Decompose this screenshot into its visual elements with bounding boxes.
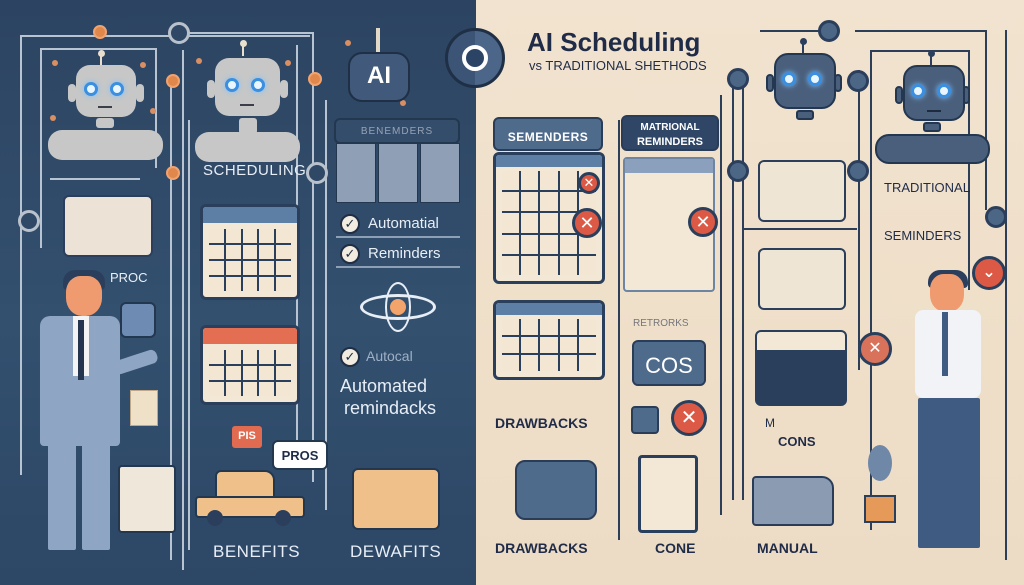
node-ring [985, 206, 1007, 228]
feature-row-automatial: ✓ Automatial [336, 210, 460, 238]
calendar-dark-icon [755, 330, 847, 406]
calendar-folder-icon [63, 195, 153, 257]
node-dot [308, 72, 322, 86]
label-automated: Automated [340, 376, 428, 396]
car-icon [195, 470, 305, 528]
label-remindacks: remindacks [344, 398, 437, 418]
label-manual: MANUAL [757, 540, 818, 556]
checklist-clipboard-icon [638, 455, 698, 533]
ai-badge: AI [348, 52, 410, 102]
calendar-red-icon [200, 325, 300, 405]
clipboard-icon [118, 465, 176, 533]
semenders-header: SEMENDERS [493, 117, 603, 151]
speaker-box-icon [515, 460, 597, 520]
node-dot [166, 166, 180, 180]
van-icon [752, 476, 834, 526]
ai-badge-label: AI [367, 62, 391, 89]
pis-tag: PIS [232, 426, 262, 448]
calendar-grid-icon [493, 300, 605, 380]
feature-row-reminders: ✓ Reminders [336, 240, 460, 268]
cos-badge: COS [632, 340, 706, 386]
feature-row-autocal: ✓ Autocal [336, 344, 460, 370]
x-icon: ✕ [572, 208, 602, 238]
label-traditional: TRADITIONAL [884, 180, 970, 195]
atom-icon [360, 282, 436, 332]
node-ring [847, 70, 869, 92]
check-icon: ✓ [340, 244, 360, 264]
schedule-table-icon [336, 143, 460, 203]
x-icon: ✕ [858, 332, 892, 366]
benemders-header: BENEMDERS [334, 118, 460, 144]
robot-icon [875, 50, 990, 165]
node-dot [166, 74, 180, 88]
x-icon: ✕ [578, 172, 600, 194]
page-title: AI Scheduling [527, 27, 701, 57]
calendar-folder-icon [758, 248, 846, 310]
label-dewafits: DEWAFITS [350, 542, 442, 561]
matrional-reminders-header: MATRIONAL REMINDERS [621, 115, 719, 151]
app-icon [120, 302, 156, 338]
node-ring [168, 22, 190, 44]
label-m: M [765, 416, 775, 430]
node-ring [18, 210, 40, 232]
node-ring [847, 160, 869, 182]
label-drawbacks-2: DRAWBACKS [495, 540, 588, 556]
center-emblem-icon [445, 28, 505, 88]
calendar-folder-icon [758, 160, 846, 222]
label-proc: PROC [110, 270, 148, 285]
node-dot [93, 25, 107, 39]
node-ring [727, 160, 749, 182]
calendar-grid-icon [200, 204, 300, 300]
label-cone: CONE [655, 540, 696, 556]
label-seminders: SEMINDERS [884, 228, 962, 243]
label-drawbacks-1: DRAWBACKS [495, 415, 588, 431]
document-icon [130, 390, 158, 426]
pros-speech-bubble: PROS [272, 440, 328, 470]
small-app-icon [631, 406, 659, 434]
robot-icon [760, 38, 850, 128]
plant-icon [850, 445, 910, 525]
label-scheduling: SCHEDULING [203, 162, 307, 179]
check-icon: ✓ [340, 347, 360, 367]
check-icon: ✓ [340, 214, 360, 234]
x-icon: ✕ [671, 400, 707, 436]
node-ring [727, 68, 749, 90]
briefcase-icon [352, 468, 440, 530]
label-cons: CONS [778, 434, 816, 449]
x-icon: ✕ [688, 207, 718, 237]
robot-icon [195, 40, 300, 162]
label-benefits: BENEFITS [213, 542, 301, 561]
node-ring [306, 162, 328, 184]
page-subtitle: vs TRADITIONAL SHETHODS [529, 58, 707, 73]
label-remarks: RETRORKS [633, 318, 689, 329]
robot-icon [48, 50, 163, 165]
